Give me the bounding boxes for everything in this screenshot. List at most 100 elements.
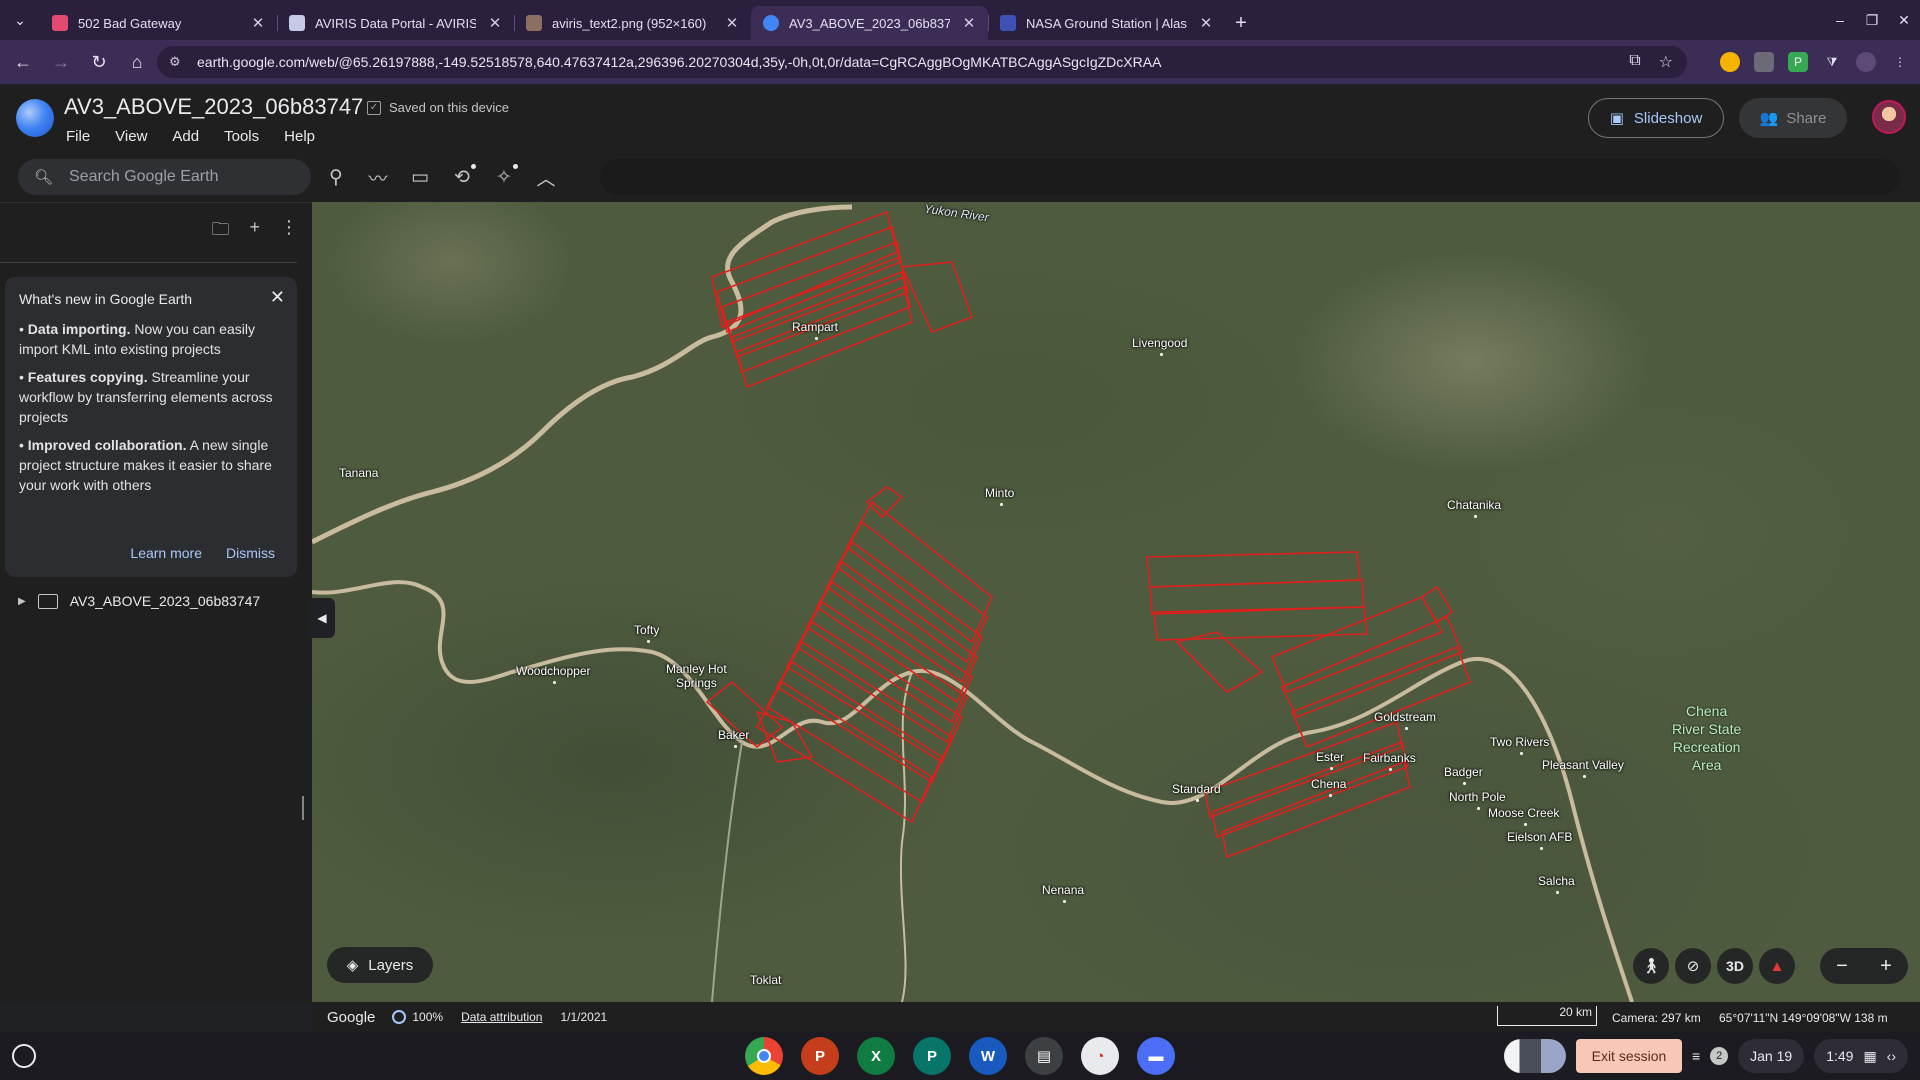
extension-icon[interactable] [1754, 52, 1774, 72]
menu-tools[interactable]: Tools [224, 128, 259, 145]
site-info-icon[interactable]: ⚙ [169, 54, 185, 70]
tote-icon[interactable]: ≡ [1692, 1048, 1700, 1064]
powerpoint-app-icon[interactable]: P [801, 1037, 839, 1075]
draw-path-icon[interactable]: 〰 [366, 164, 390, 191]
screen-share-thumbnail[interactable] [1503, 1039, 1566, 1073]
publisher-app-icon[interactable]: P [913, 1037, 951, 1075]
yukon-river [312, 204, 853, 545]
timer-app-icon[interactable]: ◔ [1081, 1037, 1119, 1075]
files-app-icon[interactable]: ▬ [1137, 1037, 1175, 1075]
browser-tab-active[interactable]: AV3_ABOVE_2023_06b83747 ✕ [751, 6, 988, 40]
menu-help[interactable]: Help [284, 128, 315, 145]
slideshow-button[interactable]: ▣ Slideshow [1588, 98, 1724, 138]
share-button[interactable]: 👥 Share [1739, 98, 1847, 138]
tab-search-button[interactable]: ⌄ [0, 0, 40, 40]
tab-title: AV3_ABOVE_2023_06b83747 [789, 15, 950, 31]
menu-add[interactable]: Add [172, 128, 199, 145]
new-tab-button[interactable]: + [1225, 6, 1257, 40]
data-attribution-link[interactable]: Data attribution [461, 1010, 542, 1024]
forward-icon[interactable]: → [42, 44, 80, 80]
slideshow-icon: ▣ [1609, 110, 1624, 127]
install-app-icon[interactable]: ⧉ [1629, 52, 1640, 72]
launcher-icon[interactable] [12, 1044, 36, 1068]
back-icon[interactable]: ← [4, 44, 42, 80]
browser-tab[interactable]: 502 Bad Gateway ✕ [40, 6, 277, 40]
os-shelf: P X P W ▤ ◔ ▬ Exit session ≡ 2 Jan 19 1:… [0, 1032, 1920, 1080]
satellite-tool-icon[interactable]: ✧ [492, 163, 518, 189]
historical-imagery-icon[interactable]: ⟲ [450, 163, 476, 189]
close-window-icon[interactable]: ✕ [1888, 0, 1920, 40]
whats-new-item: • Improved collaboration. A new single p… [19, 437, 272, 493]
restore-icon[interactable]: ❐ [1856, 0, 1888, 40]
more-menu-icon[interactable]: ⋮ [1890, 52, 1910, 72]
tilt-toggle-icon[interactable]: ⊘ [1675, 948, 1711, 984]
tab-close-icon[interactable]: ✕ [1197, 14, 1215, 32]
tool-buttons: ⚲ 〰 ▭ ⟲ ✧ ︿ [324, 159, 558, 195]
extension-icon[interactable]: P [1788, 52, 1808, 72]
tab-favicon [52, 15, 68, 31]
layers-icon: ◈ [346, 957, 359, 974]
tab-favicon [526, 15, 542, 31]
browser-toolbar: ← → ↻ ⌂ ⚙ earth.google.com/web/@65.26197… [0, 40, 1920, 84]
map-label-fairbanks: Fairbanks [1363, 751, 1416, 771]
compass-icon[interactable]: ▲ [1759, 948, 1795, 984]
zoom-in-icon[interactable]: + [1880, 955, 1892, 978]
save-status-text: Saved on this device [389, 100, 509, 115]
measure-ruler-icon[interactable]: ▭ [408, 166, 432, 189]
tab-close-icon[interactable]: ✕ [960, 14, 978, 32]
cursor-coordinates: 65°07'11"N 149°09'08"W 138 m [1719, 1011, 1888, 1025]
map-label-moose-creek: Moose Creek [1488, 806, 1560, 826]
new-folder-icon[interactable]: 🗀 [211, 217, 229, 247]
layers-button[interactable]: ◈ Layers [327, 947, 433, 983]
add-placemark-icon[interactable]: ⚲ [324, 166, 348, 189]
notification-count-badge[interactable]: 2 [1710, 1047, 1729, 1065]
learn-more-link[interactable]: Learn more [130, 545, 202, 561]
earth-map-view[interactable]: Yukon River Rampart Livengood Tanana Min… [312, 202, 1920, 1002]
tab-close-icon[interactable]: ✕ [723, 14, 741, 32]
map-label-goldstream: Goldstream [1374, 710, 1437, 730]
nenana-river [899, 671, 913, 1002]
zoom-out-icon[interactable]: − [1836, 955, 1848, 978]
search-input[interactable]: 🔍︎ Search Google Earth [18, 159, 311, 195]
menu-file[interactable]: File [66, 128, 90, 145]
profile-avatar-icon[interactable] [1856, 52, 1876, 72]
extensions-puzzle-icon[interactable]: ⧩ [1822, 52, 1842, 72]
map-label-tofty: Tofty [634, 623, 660, 643]
date-pill[interactable]: Jan 19 [1738, 1039, 1805, 1073]
exit-session-button[interactable]: Exit session [1575, 1039, 1682, 1073]
minimize-icon[interactable]: – [1824, 0, 1856, 40]
map-label-chena: Chena [1311, 777, 1347, 797]
browser-tab[interactable]: aviris_text2.png (952×160) ✕ [514, 6, 751, 40]
tab-close-icon[interactable]: ✕ [249, 14, 267, 32]
home-icon[interactable]: ⌂ [118, 44, 156, 80]
project-tree-item[interactable]: ▶ AV3_ABOVE_2023_06b83747 [18, 593, 260, 609]
collapse-sidebar-button[interactable]: ◀ [309, 598, 335, 638]
menu-bar: File View Add Tools Help [66, 128, 315, 145]
word-app-icon[interactable]: W [969, 1037, 1007, 1075]
time-status-pill[interactable]: 1:49 ▦ ‹› [1814, 1039, 1908, 1073]
browser-tab[interactable]: NASA Ground Station | Alaska ✕ [988, 6, 1225, 40]
toggle-3d-button[interactable]: 3D [1717, 948, 1753, 984]
extension-icon[interactable] [1720, 52, 1740, 72]
browser-tab[interactable]: AVIRIS Data Portal - AVIRIS ✕ [277, 6, 514, 40]
collapse-toolbar-chevron-icon[interactable]: ︿ [534, 164, 558, 191]
google-earth-logo-icon[interactable] [16, 99, 54, 137]
address-bar[interactable]: ⚙ earth.google.com/web/@65.26197888,-149… [157, 46, 1687, 78]
tab-close-icon[interactable]: ✕ [486, 14, 504, 32]
account-avatar[interactable] [1872, 100, 1906, 134]
reload-icon[interactable]: ↻ [80, 44, 118, 80]
expand-caret-icon[interactable]: ▶ [18, 596, 26, 607]
chrome-app-icon[interactable] [745, 1037, 783, 1075]
close-icon[interactable]: ✕ [270, 287, 285, 308]
docs-app-icon[interactable]: ▤ [1025, 1037, 1063, 1075]
map-label-pleasant-valley: Pleasant Valley [1542, 758, 1624, 778]
dismiss-button[interactable]: Dismiss [226, 545, 275, 561]
bookmark-star-icon[interactable]: ☆ [1659, 52, 1673, 72]
more-options-icon[interactable]: ⋮ [280, 217, 298, 247]
excel-app-icon[interactable]: X [857, 1037, 895, 1075]
menu-view[interactable]: View [115, 128, 147, 145]
project-title[interactable]: AV3_ABOVE_2023_06b83747 [64, 94, 363, 120]
loading-ring-icon [392, 1010, 407, 1024]
add-item-icon[interactable]: + [249, 217, 260, 247]
pegman-street-view-icon[interactable]: 🚶︎ [1633, 948, 1669, 984]
